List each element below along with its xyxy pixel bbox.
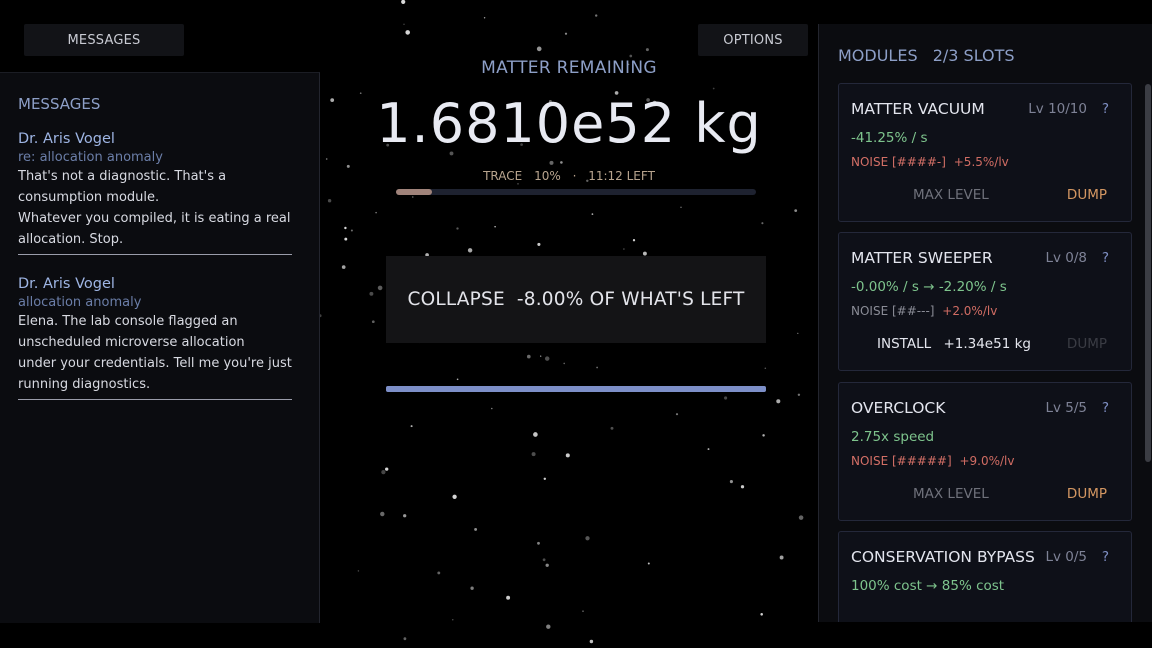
noise-bars: [##---] bbox=[892, 304, 935, 318]
trace-readout: TRACE 10% · 11:12 LEFT bbox=[320, 169, 818, 183]
noise-increment: +2.0%/lv bbox=[942, 304, 998, 318]
messages-button[interactable]: MESSAGES bbox=[24, 24, 184, 56]
message-line: unscheduled microverse allocation bbox=[18, 335, 245, 350]
module-level: Lv 0/8 bbox=[1045, 250, 1087, 266]
dump-button[interactable]: DUMP bbox=[1067, 187, 1107, 203]
collapse-amount: -8.00% OF WHAT'S LEFT bbox=[516, 289, 745, 310]
max-level-label: MAX LEVEL bbox=[913, 486, 989, 502]
module-noise: NOISE [##---] +2.0%/lv bbox=[851, 304, 997, 318]
messages-panel-title: MESSAGES bbox=[18, 95, 101, 113]
noise-label: NOISE bbox=[851, 155, 889, 169]
trace-percent: 10% bbox=[534, 169, 561, 183]
module-noise: NOISE [####-] +5.5%/lv bbox=[851, 155, 1009, 169]
message-line: Elena. The lab console flagged an bbox=[18, 314, 238, 329]
message-sender: Dr. Aris Vogel bbox=[18, 131, 115, 147]
dump-button[interactable]: DUMP bbox=[1067, 486, 1107, 502]
modules-header: MODULES 2/3 SLOTS bbox=[838, 46, 1025, 65]
module-level: Lv 10/10 bbox=[1028, 101, 1087, 117]
module-help-button[interactable]: ? bbox=[1102, 400, 1109, 416]
message-line: consumption module. bbox=[18, 190, 160, 205]
module-level: Lv 0/5 bbox=[1045, 549, 1087, 565]
install-amount: +1.34e51 kg bbox=[943, 336, 1031, 352]
trace-bar bbox=[396, 189, 756, 195]
module-rate: 2.75x speed bbox=[851, 429, 935, 445]
module-help-button[interactable]: ? bbox=[1102, 101, 1109, 117]
modules-title: MODULES bbox=[838, 46, 918, 65]
collapse-label: COLLAPSE bbox=[407, 289, 505, 310]
collapse-progress-fill bbox=[386, 386, 766, 392]
main-area: MATTER REMAINING 1.6810e52 kg TRACE 10% … bbox=[320, 0, 818, 648]
matter-remaining-label: MATTER REMAINING bbox=[481, 58, 657, 78]
noise-label: NOISE bbox=[851, 304, 889, 318]
trace-bar-fill bbox=[396, 189, 432, 195]
message-subject: allocation anomaly bbox=[18, 295, 142, 310]
noise-bars: [#####] bbox=[892, 454, 952, 468]
matter-remaining-value: 1.6810e52 kg bbox=[376, 92, 762, 155]
module-rate: -0.00% / s → -2.20% / s bbox=[851, 279, 1007, 295]
module-name: CONSERVATION BYPASS bbox=[851, 548, 1035, 566]
time-left: 11:12 LEFT bbox=[588, 169, 655, 183]
module-card-overclock: OVERCLOCK Lv 5/5 ? 2.75x speed NOISE [##… bbox=[838, 382, 1132, 521]
module-level: Lv 5/5 bbox=[1045, 400, 1087, 416]
message-body: Elena. The lab console flagged an unsche… bbox=[18, 311, 292, 395]
noise-label: NOISE bbox=[851, 454, 889, 468]
message-line: That's not a diagnostic. That's a bbox=[18, 169, 227, 184]
module-name: OVERCLOCK bbox=[851, 399, 946, 417]
messages-panel: MESSAGES Dr. Aris Vogel re: allocation a… bbox=[0, 72, 320, 623]
message-line: Whatever you compiled, it is eating a re… bbox=[18, 211, 291, 226]
module-help-button[interactable]: ? bbox=[1102, 250, 1109, 266]
message-line: allocation. Stop. bbox=[18, 232, 124, 247]
install-button[interactable]: INSTALL +1.34e51 kg bbox=[877, 336, 1031, 352]
dump-button[interactable]: DUMP bbox=[1067, 336, 1107, 352]
noise-increment: +9.0%/lv bbox=[959, 454, 1015, 468]
modules-slots: 2/3 SLOTS bbox=[932, 46, 1015, 65]
module-card-conservation-bypass: CONSERVATION BYPASS Lv 0/5 ? 100% cost →… bbox=[838, 531, 1132, 622]
message-item[interactable]: Dr. Aris Vogel allocation anomaly Elena.… bbox=[18, 276, 292, 400]
message-sender: Dr. Aris Vogel bbox=[18, 276, 115, 292]
module-rate: -41.25% / s bbox=[851, 130, 928, 146]
modules-panel: MODULES 2/3 SLOTS MATTER VACUUM Lv 10/10… bbox=[818, 24, 1152, 622]
noise-bars: [####-] bbox=[892, 155, 946, 169]
module-name: MATTER VACUUM bbox=[851, 100, 985, 118]
install-label: INSTALL bbox=[877, 336, 932, 352]
message-item[interactable]: Dr. Aris Vogel re: allocation anomaly Th… bbox=[18, 131, 292, 255]
modules-scrollbar[interactable] bbox=[1145, 84, 1151, 462]
message-line: running diagnostics. bbox=[18, 377, 151, 392]
module-name: MATTER SWEEPER bbox=[851, 249, 993, 267]
module-card-matter-sweeper: MATTER SWEEPER Lv 0/8 ? -0.00% / s → -2.… bbox=[838, 232, 1132, 371]
collapse-progress-bar bbox=[386, 386, 766, 392]
max-level-label: MAX LEVEL bbox=[913, 187, 989, 203]
module-noise: NOISE [#####] +9.0%/lv bbox=[851, 454, 1015, 468]
noise-increment: +5.5%/lv bbox=[953, 155, 1009, 169]
message-line: under your credentials. Tell me you're j… bbox=[18, 356, 292, 371]
module-help-button[interactable]: ? bbox=[1102, 549, 1109, 565]
collapse-button[interactable]: COLLAPSE -8.00% OF WHAT'S LEFT bbox=[386, 256, 766, 343]
message-subject: re: allocation anomaly bbox=[18, 150, 163, 165]
message-body: That's not a diagnostic. That's a consum… bbox=[18, 166, 292, 250]
trace-separator: · bbox=[572, 169, 577, 183]
module-card-matter-vacuum: MATTER VACUUM Lv 10/10 ? -41.25% / s NOI… bbox=[838, 83, 1132, 222]
trace-label: TRACE bbox=[483, 169, 523, 183]
module-rate: 100% cost → 85% cost bbox=[851, 578, 1005, 594]
